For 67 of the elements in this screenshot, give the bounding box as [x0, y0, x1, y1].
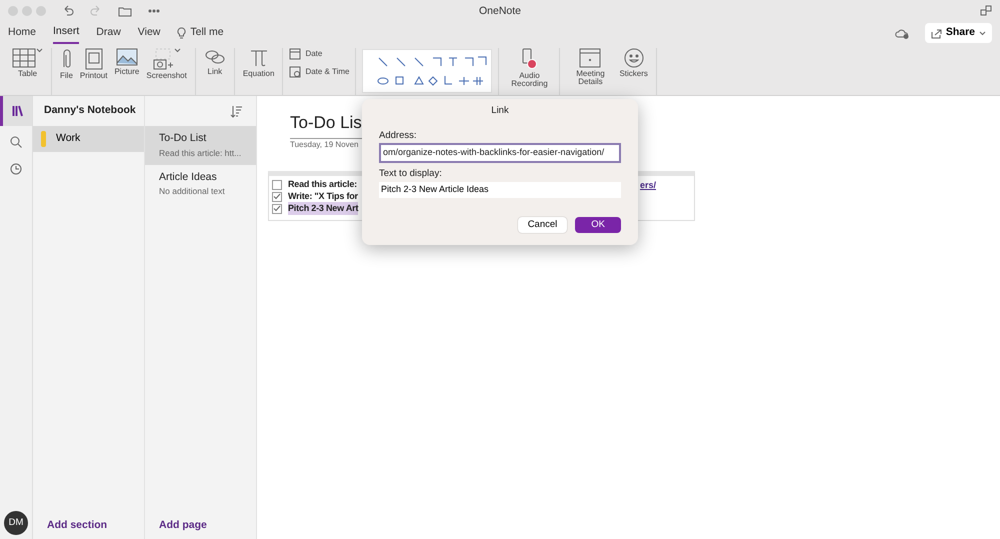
page-item[interactable]: To-Do List Read this article: htt... [145, 126, 256, 164]
link-icon [204, 48, 226, 66]
caret-icon [979, 30, 986, 36]
printout-icon [84, 48, 103, 70]
todo-text: Write: "X Tips for [288, 190, 358, 203]
calendar-clock-icon [289, 66, 302, 78]
undo-icon[interactable] [62, 5, 74, 17]
address-field[interactable]: om/organize-notes-with-backlinks-for-easier-navigation/ [379, 143, 621, 163]
checkbox[interactable] [272, 180, 282, 190]
dialog-title: Link [491, 105, 509, 116]
tell-me-button[interactable]: Tell me [177, 23, 224, 43]
page-preview: Read this article: htt... [159, 146, 242, 160]
ribbon-button[interactable]: File [58, 48, 75, 80]
cloud-icon[interactable] [894, 28, 909, 38]
table-icon [12, 48, 36, 68]
share-icon [930, 28, 942, 38]
page-preview: No additional text [159, 185, 226, 198]
page-title: Article Ideas [159, 170, 218, 184]
lightbulb-icon [177, 27, 186, 39]
todo-text: Pitch 2-3 New Art [288, 202, 358, 216]
page-title: To-Do List [159, 131, 208, 146]
avatar[interactable]: DM [4, 511, 28, 535]
notebook-picker[interactable]: Danny's Notebook [33, 96, 144, 126]
section-item[interactable]: Work [33, 126, 144, 152]
shapes-gallery[interactable] [362, 49, 492, 93]
search-icon[interactable] [10, 136, 22, 148]
add-page-link[interactable]: Add page [159, 519, 207, 532]
todo-text: Read this article: [288, 178, 357, 191]
cancel-button[interactable]: Cancel [518, 216, 568, 233]
page-date: Tuesday, 19 Noven [290, 138, 360, 150]
share-button[interactable]: Share [924, 23, 992, 43]
ribbon-button[interactable]: Stickers [617, 48, 650, 78]
ok-button[interactable]: OK [575, 216, 621, 233]
checkbox[interactable] [272, 192, 282, 202]
ribbon-button[interactable]: Date & Time [289, 66, 350, 78]
ribbon-button[interactable]: Table [10, 48, 45, 78]
ribbon-button[interactable]: Equation [240, 48, 276, 78]
notebooks-icon [12, 105, 24, 117]
pi-icon [248, 48, 269, 68]
link-text[interactable]: ers/ [640, 178, 656, 192]
ribbon-tab[interactable]: Draw [96, 23, 121, 43]
ribbon-button[interactable]: Audio Recording [505, 48, 554, 89]
ribbon-button[interactable]: Printout [78, 48, 110, 80]
field-label: Address: [379, 129, 418, 143]
clock-icon[interactable] [10, 163, 22, 175]
ribbon-button[interactable]: Date [289, 48, 322, 60]
ribbon-button[interactable]: Link [202, 48, 228, 76]
window-title: OneNote [478, 5, 522, 17]
camera-icon [152, 48, 174, 70]
notebooks-tab[interactable] [0, 96, 32, 126]
calendar-icon [579, 48, 602, 68]
smiley-icon [624, 48, 644, 68]
add-section-link[interactable]: Add section [47, 519, 108, 532]
sort-icon[interactable] [230, 104, 242, 118]
display-text-field[interactable]: Pitch 2-3 New Article Ideas [379, 182, 621, 198]
folder-icon[interactable] [118, 5, 132, 17]
expand-icon[interactable] [980, 5, 992, 17]
ribbon-tab[interactable]: View [138, 23, 160, 43]
ribbon-button[interactable]: Screenshot [144, 48, 189, 80]
calendar-icon [289, 48, 302, 60]
ribbon-tab[interactable]: Home [8, 23, 36, 43]
ribbon-button[interactable]: Picture [112, 48, 142, 76]
page-item[interactable]: Article Ideas No additional text [145, 164, 256, 203]
checkbox[interactable] [272, 204, 282, 214]
field-label: Text to display: [379, 166, 443, 181]
ribbon-button[interactable]: Meeting Details [566, 48, 614, 87]
picture-icon [116, 48, 138, 66]
